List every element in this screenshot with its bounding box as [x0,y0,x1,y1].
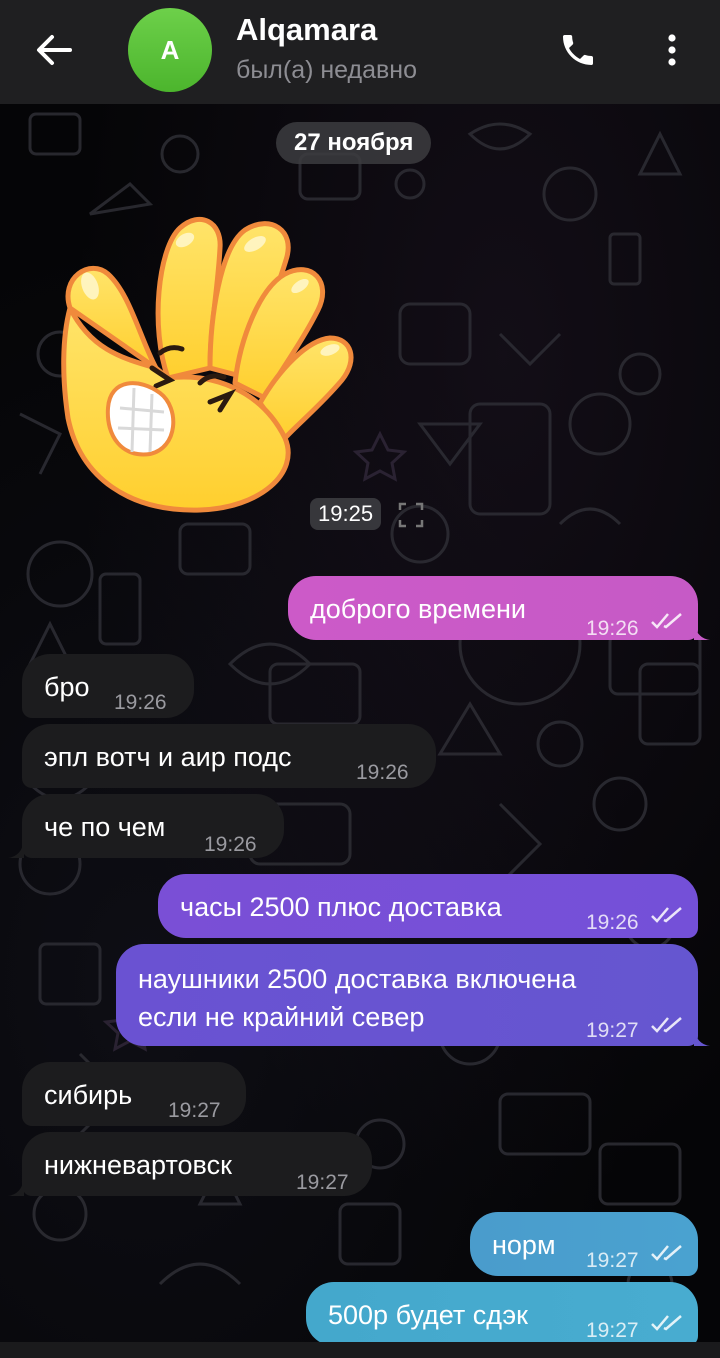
message-text: нижневартовск [44,1150,232,1180]
avatar[interactable]: A [128,8,212,92]
arrow-left-icon [37,35,72,65]
message-text: эпл вотч и аир подс [44,742,292,772]
contact-status: был(а) недавно [236,56,418,84]
message-time: 19:27 [168,1099,221,1122]
message-time: 19:26 [586,911,639,934]
message-outgoing[interactable]: норм 19:27 [470,1212,698,1276]
message-text: наушники 2500 доставка включена если не … [138,964,577,1032]
message-outgoing[interactable]: наушники 2500 доставка включена если не … [116,944,698,1046]
message-incoming[interactable]: че по чем 19:26 [22,794,284,858]
call-button[interactable] [550,22,606,78]
message-time: 19:26 [114,691,167,714]
message-outgoing[interactable]: доброго времени 19:26 [288,576,698,640]
message-text: доброго времени [310,594,526,624]
bubble-tail [8,840,24,858]
message-incoming[interactable]: нижневартовск 19:27 [22,1132,372,1196]
bubble-tail [694,1028,710,1046]
contact-name[interactable]: Alqamara [236,12,377,48]
message-outgoing[interactable]: 500р будет сдэк 19:27 [306,1282,698,1346]
facepalm-hand-sticker[interactable] [60,208,360,518]
expand-icon[interactable] [398,502,424,528]
message-text: 500р будет сдэк [328,1300,528,1330]
message-incoming[interactable]: сибирь 19:27 [22,1062,246,1126]
bubble-tail [694,622,710,640]
sticker-image [61,216,354,513]
bubble-tail [8,1178,24,1196]
message-time: 19:27 [296,1171,349,1194]
message-text: часы 2500 плюс доставка [180,892,502,922]
message-incoming[interactable]: эпл вотч и аир подс 19:26 [22,724,436,788]
more-menu-button[interactable] [652,22,692,78]
message-time: 19:27 [586,1019,639,1042]
message-text: норм [492,1230,556,1260]
more-vertical-icon [668,34,676,66]
back-button[interactable] [24,22,84,78]
message-outgoing[interactable]: часы 2500 плюс доставка 19:26 [158,874,698,938]
sticker-timestamp: 19:25 [310,498,382,530]
message-incoming[interactable]: бро 19:26 [22,654,194,718]
double-check-icon [651,1017,682,1033]
phone-icon [563,35,593,65]
double-check-icon [651,613,682,629]
chat-screen: A Alqamara был(а) недавно 27 ноября 19:2… [0,0,720,1358]
double-check-icon [651,907,682,923]
double-check-icon [651,1315,682,1331]
message-time: 19:26 [204,833,257,856]
message-text: сибирь [44,1080,133,1110]
chat-header: A Alqamara был(а) недавно [0,0,720,104]
message-time: 19:26 [356,761,409,784]
date-separator: 27 ноября [276,122,432,164]
message-time: 19:27 [586,1249,639,1272]
message-text: че по чем [44,812,166,842]
input-bar-edge [0,1342,720,1358]
message-text: бро [44,672,90,702]
message-time: 19:26 [586,617,639,640]
double-check-icon [651,1245,682,1261]
